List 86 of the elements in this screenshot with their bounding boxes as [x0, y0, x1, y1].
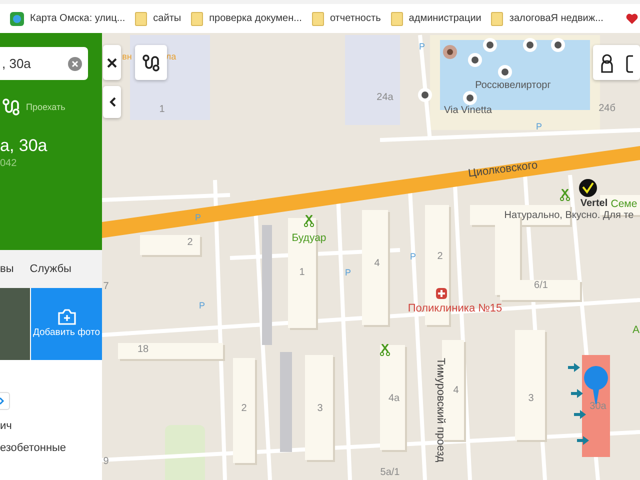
- house-number: 3: [528, 394, 534, 404]
- route-icon: [142, 54, 160, 72]
- house-number: 4: [374, 259, 380, 269]
- parking-label: P: [410, 252, 416, 262]
- bookmark[interactable]: отчетность: [312, 12, 381, 26]
- tab[interactable]: Службы: [30, 263, 72, 275]
- shop-icon[interactable]: [468, 53, 482, 67]
- house-number: 1: [159, 105, 165, 115]
- bookmark[interactable]: сайты: [135, 12, 182, 26]
- postal-code: 042: [0, 158, 18, 169]
- house-number: 2: [241, 404, 247, 414]
- check-logo-icon: [579, 179, 597, 197]
- people-button[interactable]: [593, 45, 640, 80]
- entrance-arrow-icon: [574, 410, 586, 419]
- house-number: 1: [299, 268, 305, 278]
- place-label: Vertel: [580, 199, 608, 209]
- info-text: езобетонные: [0, 442, 68, 454]
- folder-icon: [191, 12, 204, 26]
- scissors-icon: [380, 344, 390, 356]
- folder-icon: [390, 12, 403, 26]
- place-label: Будуар: [292, 232, 326, 244]
- parking-label: P: [536, 122, 542, 132]
- tab[interactable]: вы: [0, 263, 14, 275]
- shop-icon[interactable]: [523, 38, 537, 52]
- place-label: ла: [166, 52, 176, 62]
- shop-icon[interactable]: [498, 65, 512, 79]
- close-icon: [107, 58, 117, 68]
- house-number: 7: [103, 282, 109, 292]
- house-number: 2: [437, 252, 443, 262]
- folder-icon: [312, 12, 324, 26]
- chevron-icon: [108, 97, 116, 107]
- scissors-icon: [560, 189, 570, 201]
- entrance-arrow-icon: [568, 363, 580, 372]
- house-number: 3: [317, 404, 323, 414]
- shop-icon[interactable]: [551, 38, 565, 52]
- folder-icon: [135, 12, 148, 26]
- parking-label: P: [195, 214, 201, 222]
- place-label: Поликлиника №15: [408, 304, 502, 314]
- info-text: ич: [0, 420, 13, 432]
- street-name: Циолковского: [468, 160, 538, 180]
- shop-icon[interactable]: [418, 88, 432, 102]
- bookmark[interactable]: администрации: [390, 12, 482, 26]
- bookmark[interactable]: проверка докумен...: [191, 12, 302, 26]
- search-field[interactable]: , 30а: [0, 47, 88, 80]
- site-icon: [10, 12, 24, 26]
- place-label: Семе: [610, 198, 638, 210]
- place-label: Россювелирторг: [475, 81, 551, 91]
- camera-plus-icon: [58, 309, 76, 326]
- bookmark[interactable]: Карта Омска: улиц...: [10, 12, 126, 26]
- place-label: А: [632, 324, 640, 336]
- scissors-icon: [304, 215, 314, 227]
- route-icon[interactable]: [2, 98, 20, 116]
- parking-label: P: [199, 302, 205, 310]
- bookmark[interactable]: залоговаЯ недвиж...: [491, 12, 604, 26]
- entrance-arrow-icon: [571, 389, 583, 398]
- place-label: Натурально, Вкусно. Для те: [504, 211, 634, 221]
- street-name: Тимуровский проезд: [434, 358, 446, 462]
- address-title: а, 30а: [0, 136, 48, 156]
- house-number: 24а: [376, 93, 394, 103]
- house-number: 4: [453, 386, 459, 396]
- house-number: 24б: [598, 104, 616, 114]
- house-number: 4а: [388, 394, 400, 404]
- clinic-icon: [436, 288, 447, 299]
- place-label: Via Vinetta: [444, 106, 492, 116]
- house-number: 30а: [590, 402, 606, 412]
- parking-label: P: [345, 268, 351, 278]
- close-button[interactable]: [103, 45, 121, 80]
- entrance-arrow-icon: [577, 436, 589, 445]
- shop-icon[interactable]: [443, 45, 457, 59]
- collapse-button[interactable]: [103, 86, 121, 118]
- house-number: 9: [103, 457, 109, 467]
- shop-icon[interactable]: [463, 91, 477, 105]
- house-number: 5а/1: [380, 468, 400, 478]
- place-label: вн: [122, 52, 132, 62]
- person-icon: [599, 52, 633, 72]
- house-number: 2: [187, 238, 193, 248]
- house-number: 18: [137, 345, 149, 355]
- house-number: 6/1: [534, 281, 548, 291]
- folder-icon: [491, 12, 504, 26]
- clear-icon[interactable]: [68, 56, 82, 70]
- route-button[interactable]: [135, 45, 167, 80]
- parking-label: P: [419, 42, 425, 52]
- location-pin-icon: [584, 366, 608, 404]
- heart-icon[interactable]: [626, 12, 638, 24]
- shop-icon[interactable]: [483, 38, 497, 52]
- photo-placeholder: [0, 288, 30, 360]
